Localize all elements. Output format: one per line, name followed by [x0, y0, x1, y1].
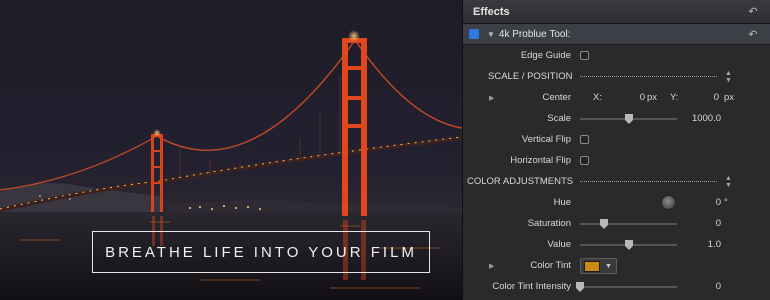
color-tint-well[interactable]: ▼ [580, 258, 617, 274]
value-label: Value [547, 239, 571, 250]
effect-name: 4k Problue Tool: [498, 28, 571, 40]
color-adjustments-row: COLOR ADJUSTMENTS ▲ ▼ [463, 171, 770, 192]
value-slider-thumb[interactable] [624, 240, 633, 250]
effect-reset-arrow-icon[interactable]: ↶ [746, 28, 760, 41]
edge-guide-checkbox[interactable] [580, 51, 589, 60]
color-tint-label: Color Tint [530, 260, 571, 271]
center-y-value[interactable]: 0 [703, 92, 719, 103]
scale-slider-thumb[interactable] [624, 114, 633, 124]
scale-position-label: SCALE / POSITION [488, 71, 573, 82]
color-tint-row: ▶ Color Tint ▼ [463, 255, 770, 276]
saturation-label: Saturation [527, 218, 571, 229]
popup-stepper-icon[interactable]: ▲ ▼ [725, 175, 732, 189]
color-tint-intensity-label: Color Tint Intensity [492, 281, 571, 292]
effect-enable-checkbox[interactable] [469, 29, 479, 39]
scale-label: Scale [547, 113, 571, 124]
color-adjustments-label: COLOR ADJUSTMENTS [467, 176, 574, 187]
color-tint-swatch[interactable] [584, 260, 600, 272]
scale-position-row: SCALE / POSITION ▲ ▼ [463, 66, 770, 87]
hue-value[interactable]: 0 [716, 197, 721, 208]
saturation-value[interactable]: 0 [716, 218, 721, 229]
value-row: Value 1.0 [463, 234, 770, 255]
vertical-flip-label: Vertical Flip [521, 134, 571, 145]
color-tint-intensity-slider-thumb[interactable] [576, 282, 584, 292]
effect-header[interactable]: ▼ 4k Problue Tool: ↶ [463, 24, 770, 45]
title-overlay-text: BREATHE LIFE INTO YOUR FILM [105, 243, 417, 261]
saturation-slider-thumb[interactable] [600, 219, 609, 229]
disclosure-triangle-right-icon[interactable]: ▶ [489, 262, 494, 270]
center-row: ▶ Center X: 0 px Y: 0 px [463, 87, 770, 108]
center-y-unit: px [724, 92, 735, 103]
horizontal-flip-label: Horizontal Flip [510, 155, 571, 166]
popup-stepper-icon[interactable]: ▲ ▼ [725, 70, 732, 84]
center-x-unit: px [647, 92, 658, 103]
scale-row: Scale 1000.0 [463, 108, 770, 129]
center-label: Center [542, 92, 571, 103]
saturation-slider-track[interactable] [580, 223, 677, 225]
disclosure-triangle-right-icon[interactable]: ▶ [489, 94, 494, 102]
edge-guide-label: Edge Guide [520, 50, 571, 61]
horizontal-flip-row: Horizontal Flip [463, 150, 770, 171]
horizontal-flip-checkbox[interactable] [580, 156, 589, 165]
center-x-label: X: [593, 92, 602, 103]
disclosure-triangle-down-icon[interactable]: ▼ [487, 30, 495, 39]
color-adjustments-popup[interactable] [580, 181, 717, 182]
edge-guide-row: Edge Guide [463, 45, 770, 66]
effects-inspector: Effects ↶ ▼ 4k Problue Tool: ↶ Edge Guid… [462, 0, 770, 300]
hue-row: Hue 0 ° [463, 192, 770, 213]
hue-dial-knob[interactable] [661, 195, 676, 210]
value-value[interactable]: 1.0 [708, 239, 721, 250]
title-overlay-box: BREATHE LIFE INTO YOUR FILM [92, 231, 430, 273]
chevron-down-icon[interactable]: ▼ [605, 263, 612, 270]
scale-position-popup[interactable] [580, 76, 717, 77]
inspector-title: Effects [473, 5, 510, 18]
color-tint-intensity-slider-track[interactable] [580, 286, 677, 288]
hue-label: Hue [553, 197, 571, 208]
vertical-flip-checkbox[interactable] [580, 135, 589, 144]
color-tint-intensity-row: Color Tint Intensity 0 [463, 276, 770, 297]
center-y-label: Y: [670, 92, 679, 103]
scale-value[interactable]: 1000.0 [692, 113, 721, 124]
reset-arrow-icon[interactable]: ↶ [746, 5, 760, 18]
vertical-flip-row: Vertical Flip [463, 129, 770, 150]
center-x-value[interactable]: 0 [633, 92, 645, 103]
color-tint-intensity-value[interactable]: 0 [716, 281, 721, 292]
video-preview: BREATHE LIFE INTO YOUR FILM [0, 0, 462, 300]
saturation-row: Saturation 0 [463, 213, 770, 234]
inspector-header: Effects ↶ [463, 0, 770, 24]
hue-unit: ° [724, 197, 728, 208]
